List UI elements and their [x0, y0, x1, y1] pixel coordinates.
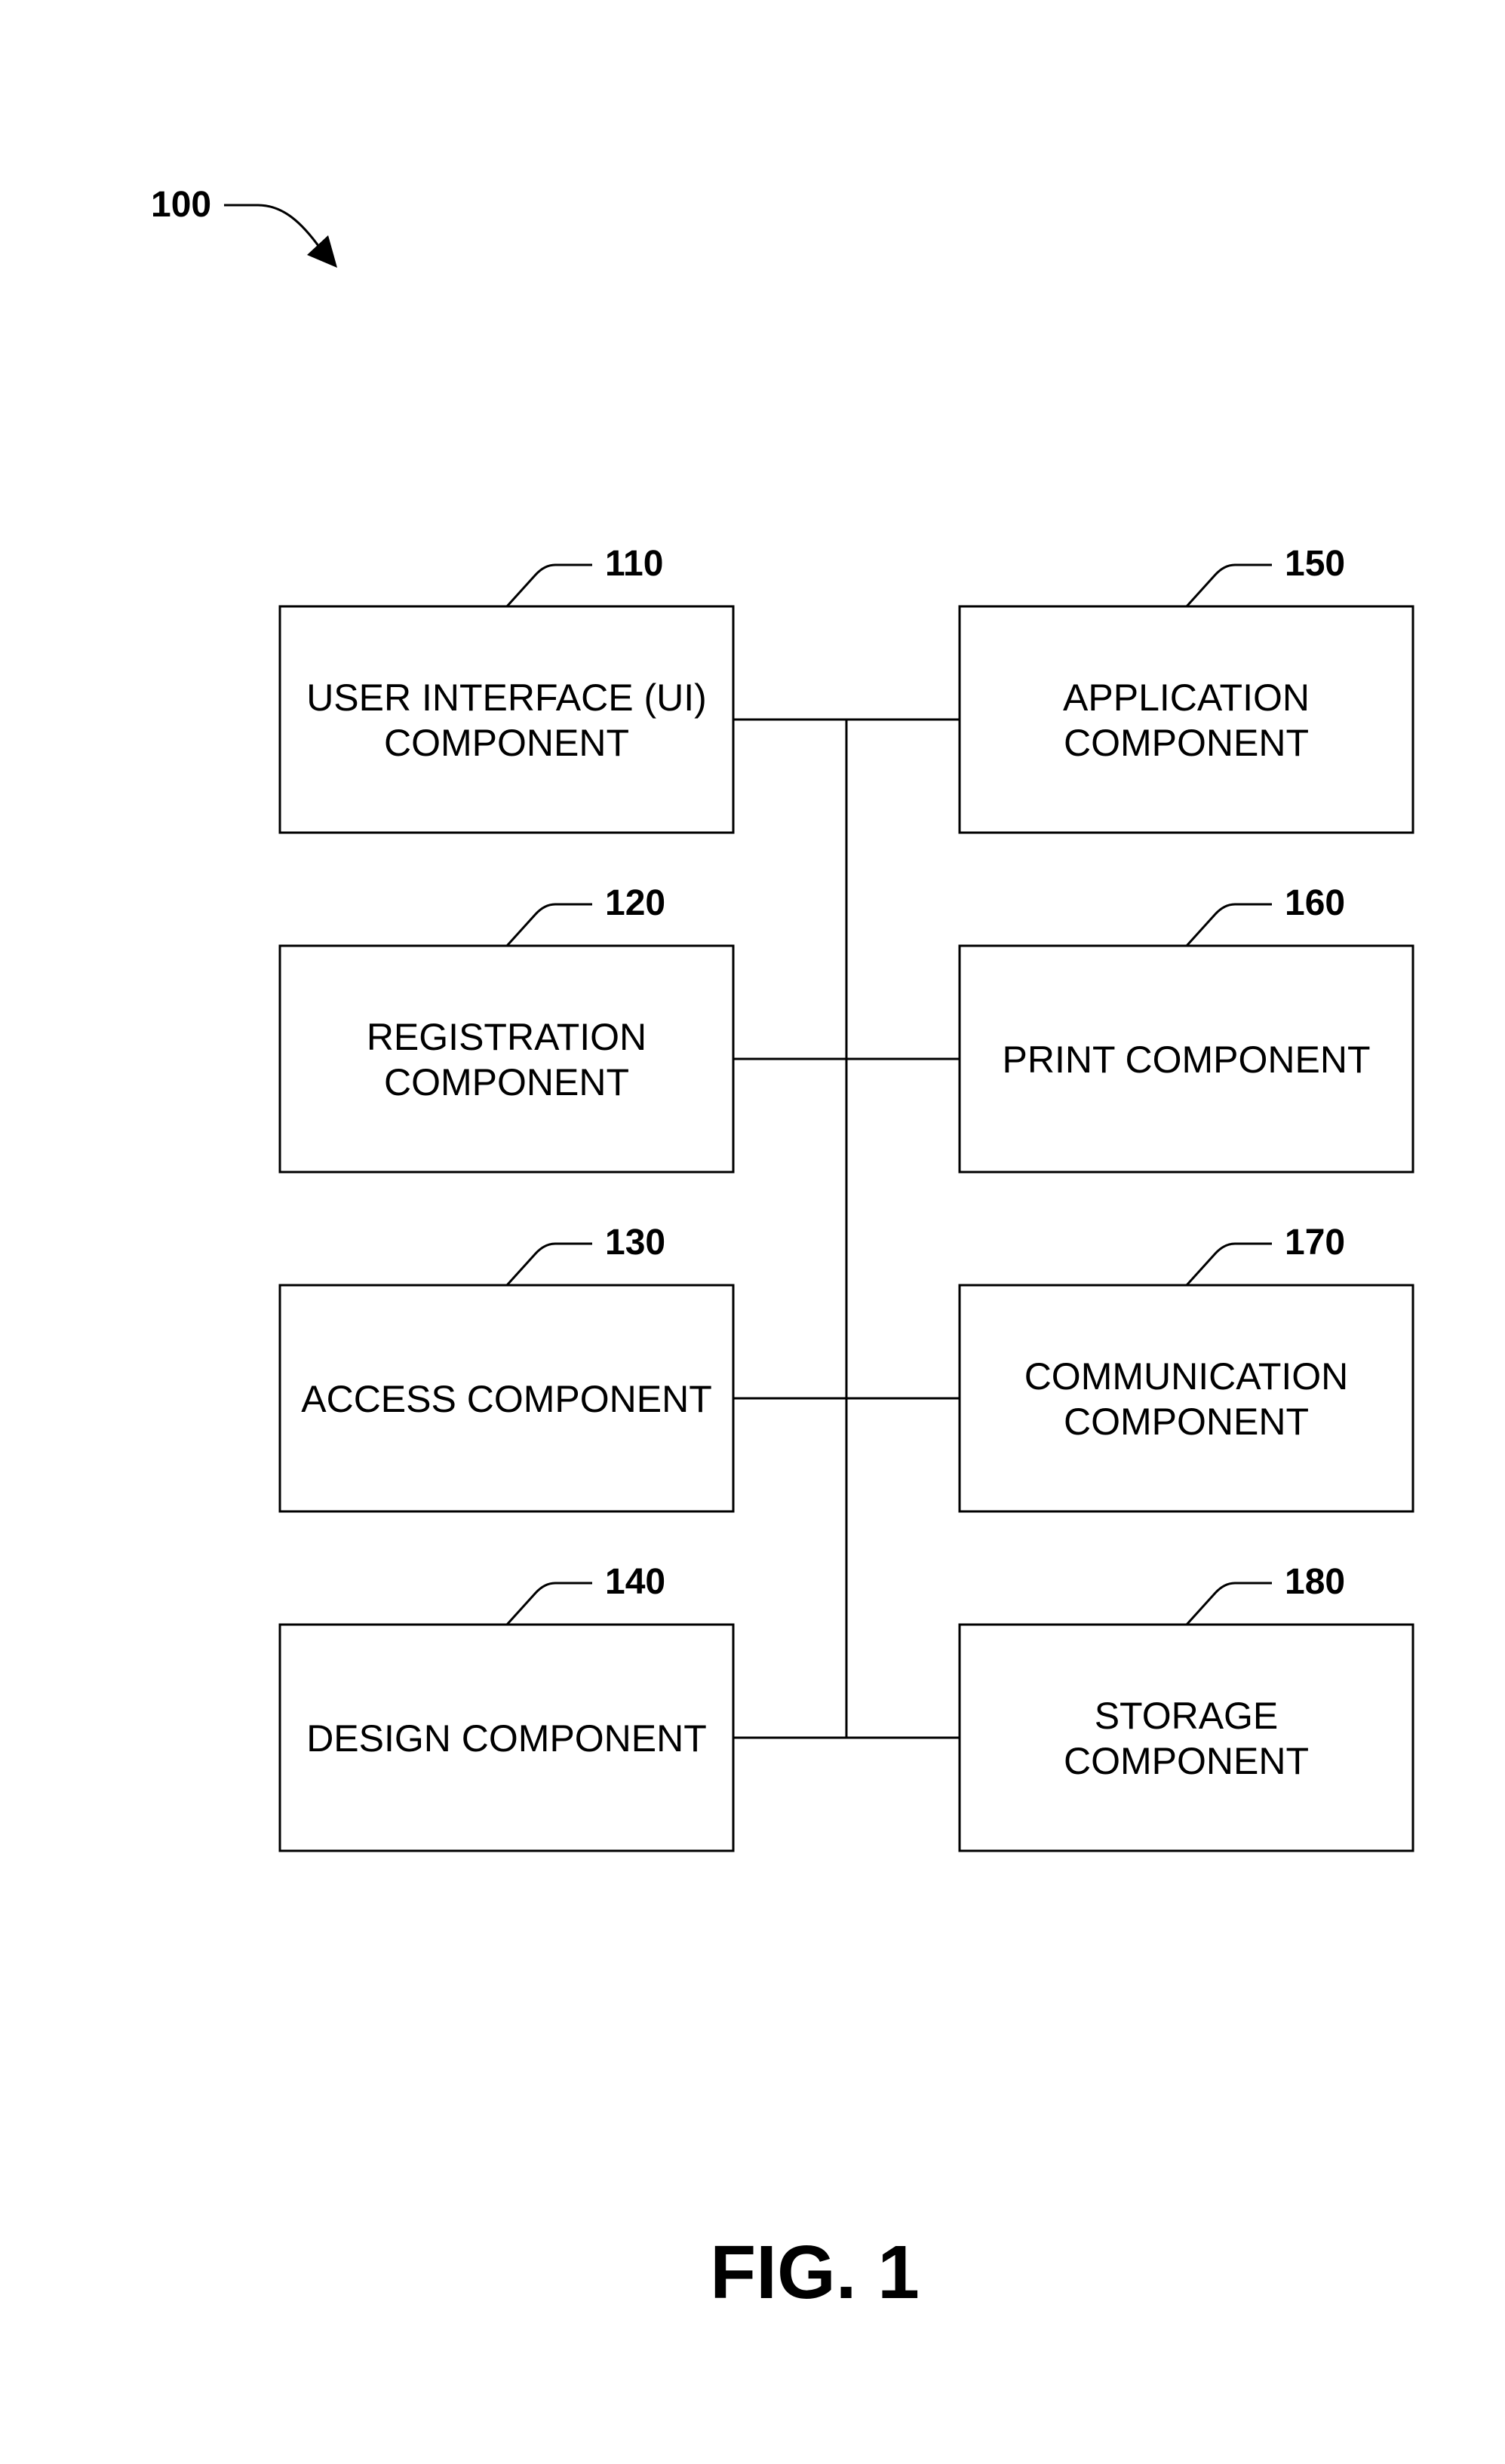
component-120-reference-number: 120: [605, 883, 665, 923]
component-150-label-line: COMPONENT: [1064, 722, 1309, 764]
component-160-leader-line: [1185, 903, 1272, 947]
component-150-leader-line: [1185, 563, 1272, 608]
component-160-label-line: PRINT COMPONENT: [1003, 1039, 1371, 1081]
component-120[interactable]: REGISTRATIONCOMPONENT 120: [278, 883, 735, 1174]
bus-connections: [733, 718, 960, 1739]
component-170-box[interactable]: [958, 1284, 1414, 1513]
component-170-label-line: COMPONENT: [1064, 1401, 1309, 1443]
component-180-label-line: STORAGE: [1095, 1695, 1279, 1737]
arrowhead-icon: [307, 235, 337, 268]
component-160-reference-number: 160: [1285, 883, 1345, 923]
component-180[interactable]: STORAGECOMPONENT 180: [958, 1562, 1414, 1852]
component-110-label-line: USER INTERFACE (UI): [306, 677, 707, 719]
component-150-reference-number: 150: [1285, 544, 1345, 584]
component-120-label-line: COMPONENT: [384, 1061, 629, 1103]
component-170[interactable]: COMMUNICATIONCOMPONENT 170: [958, 1223, 1414, 1513]
component-130-reference-number: 130: [605, 1223, 665, 1263]
figure-reference-arrow-line: [224, 204, 322, 250]
component-140-reference-number: 140: [605, 1562, 665, 1602]
component-180-leader-line: [1185, 1582, 1272, 1626]
component-110-leader-line: [505, 563, 592, 608]
component-150-label-line: APPLICATION: [1063, 677, 1310, 719]
component-150-box[interactable]: [958, 605, 1414, 834]
component-diagram: 100 USER INTERFACE (UI)COMPONENT110REGIS…: [151, 185, 1414, 2315]
component-130-leader-line: [505, 1242, 592, 1287]
component-110-label-line: COMPONENT: [384, 722, 629, 764]
figure-caption: FIG. 1: [710, 2230, 920, 2315]
component-140-leader-line: [505, 1582, 592, 1626]
component-120-leader-line: [505, 903, 592, 947]
component-170-reference-number: 170: [1285, 1223, 1345, 1263]
component-120-box[interactable]: [278, 944, 735, 1174]
component-130[interactable]: ACCESS COMPONENT 130: [278, 1223, 735, 1513]
component-110[interactable]: USER INTERFACE (UI)COMPONENT 110: [278, 544, 735, 834]
component-110-reference-number: 110: [605, 544, 663, 584]
figure-reference-number: 100: [151, 185, 211, 225]
component-170-leader-line: [1185, 1242, 1272, 1287]
component-180-reference-number: 180: [1285, 1562, 1345, 1602]
component-170-label-line: COMMUNICATION: [1024, 1355, 1349, 1398]
component-140[interactable]: DESIGN COMPONENT 140: [278, 1562, 735, 1852]
component-110-box[interactable]: [278, 605, 735, 834]
component-150[interactable]: APPLICATIONCOMPONENT 150: [958, 544, 1414, 834]
component-160[interactable]: PRINT COMPONENT 160: [958, 883, 1414, 1174]
component-180-box[interactable]: [958, 1623, 1414, 1852]
component-140-label-line: DESIGN COMPONENT: [306, 1717, 707, 1760]
figure-reference: 100: [151, 185, 337, 268]
component-180-label-line: COMPONENT: [1064, 1740, 1309, 1782]
component-120-label-line: REGISTRATION: [367, 1016, 647, 1058]
component-130-label-line: ACCESS COMPONENT: [301, 1378, 712, 1420]
